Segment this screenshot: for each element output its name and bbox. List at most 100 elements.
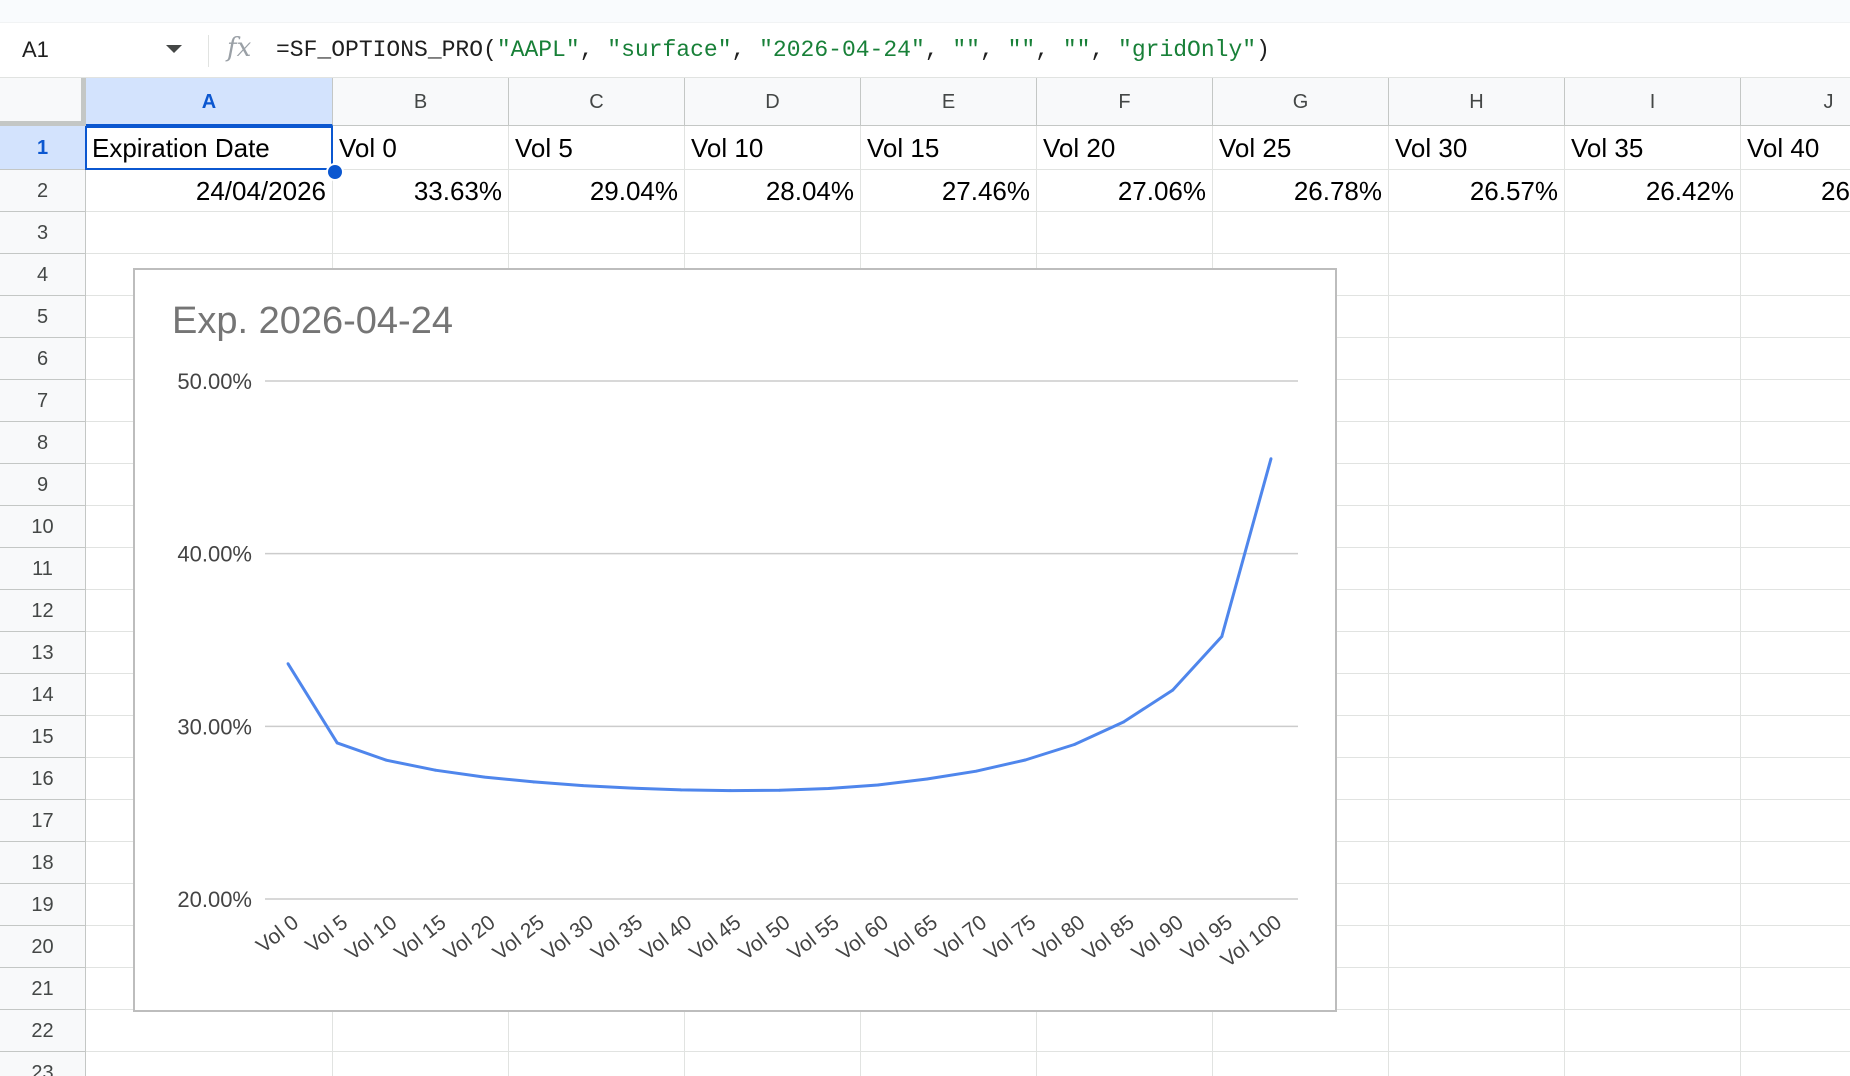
data-point: [925, 777, 929, 781]
column-header-i[interactable]: I: [1565, 78, 1741, 126]
row-header-11[interactable]: 11: [0, 548, 86, 590]
cell-f2[interactable]: 27.06%: [1037, 170, 1213, 212]
cell-h2[interactable]: 26.57%: [1389, 170, 1565, 212]
row-header-14[interactable]: 14: [0, 674, 86, 716]
data-point: [728, 789, 732, 792]
row-header-18[interactable]: 18: [0, 842, 86, 884]
data-point: [483, 775, 486, 779]
cell-i2[interactable]: 26.42%: [1565, 170, 1741, 212]
cell-b2[interactable]: 33.63%: [333, 170, 509, 212]
x-tick-label: Vol 45: [685, 911, 745, 965]
cell-e2[interactable]: 27.46%: [861, 170, 1037, 212]
cell-i1[interactable]: Vol 35: [1565, 126, 1741, 170]
y-tick-label: 30.00%: [177, 714, 252, 739]
column-header-e[interactable]: E: [861, 78, 1037, 126]
embedded-chart[interactable]: Exp. 2026-04-24 20.00% 30.00% 40.00% 50.00% V…: [133, 268, 1337, 1012]
row-header-12[interactable]: 12: [0, 590, 86, 632]
row-header-15[interactable]: 15: [0, 716, 86, 758]
x-tick-label: Vol 40: [636, 911, 696, 965]
column-header-j[interactable]: J: [1741, 78, 1850, 126]
y-tick-label: 40.00%: [177, 542, 252, 567]
x-tick-label: Vol 15: [390, 911, 450, 965]
fill-handle[interactable]: [326, 163, 344, 181]
data-point: [1269, 457, 1273, 461]
x-tick-label: Vol 50: [734, 911, 794, 965]
x-tick-label: Vol 70: [931, 911, 991, 965]
cell-a2[interactable]: 24/04/2026: [86, 170, 333, 212]
row-header-9[interactable]: 9: [0, 464, 86, 506]
row-header-13[interactable]: 13: [0, 632, 86, 674]
row-header-3[interactable]: 3: [0, 212, 86, 254]
column-header-a[interactable]: A: [86, 78, 333, 126]
row-header-4[interactable]: 4: [0, 254, 86, 296]
x-tick-label: Vol 65: [882, 911, 942, 965]
cell-b1[interactable]: Vol 0: [333, 126, 509, 170]
chevron-down-icon[interactable]: [166, 45, 182, 53]
row-header-22[interactable]: 22: [0, 1010, 86, 1052]
row-header-2[interactable]: 2: [0, 170, 86, 212]
column-header-f[interactable]: F: [1037, 78, 1213, 126]
formula-token: ,: [579, 37, 608, 63]
column-header-d[interactable]: D: [685, 78, 861, 126]
row-header-1[interactable]: 1: [0, 126, 86, 170]
column-gridline: [1388, 126, 1389, 1076]
series-line: [286, 458, 1273, 793]
formula-token: "gridOnly": [1118, 37, 1257, 63]
formula-token: "2026-04-24": [759, 37, 925, 63]
data-point: [778, 788, 781, 792]
x-tick-label: Vol 90: [1128, 911, 1188, 965]
cell-g1[interactable]: Vol 25: [1213, 126, 1389, 170]
cell-c1[interactable]: Vol 5: [509, 126, 685, 170]
x-tick-label: Vol 30: [538, 911, 598, 965]
cell-j1[interactable]: Vol 40: [1741, 126, 1850, 170]
x-tick-label: Vol 10: [341, 911, 401, 965]
column-header-h[interactable]: H: [1389, 78, 1565, 126]
row-header-6[interactable]: 6: [0, 338, 86, 380]
cell-g2[interactable]: 26.78%: [1213, 170, 1389, 212]
row-header-20[interactable]: 20: [0, 926, 86, 968]
formula-token: "": [952, 37, 980, 63]
cell-e1[interactable]: Vol 15: [861, 126, 1037, 170]
cell-h1[interactable]: Vol 30: [1389, 126, 1565, 170]
data-point: [434, 768, 437, 772]
data-point: [384, 758, 388, 762]
line-chart: Exp. 2026-04-24 20.00% 30.00% 40.00% 50.00% V…: [172, 300, 1298, 972]
cell-f1[interactable]: Vol 20: [1037, 126, 1213, 170]
formula-input[interactable]: =SF_OPTIONS_PRO("AAPL", "surface", "2026…: [276, 37, 1270, 63]
select-all-corner[interactable]: [0, 78, 86, 126]
row-header-8[interactable]: 8: [0, 422, 86, 464]
formula-token: ,: [924, 37, 953, 63]
data-point: [1073, 743, 1076, 746]
row-header-21[interactable]: 21: [0, 968, 86, 1010]
x-tick-label: Vol 25: [489, 911, 549, 965]
column-header-g[interactable]: G: [1213, 78, 1389, 126]
column-header-b[interactable]: B: [333, 78, 509, 126]
name-box[interactable]: A1: [0, 23, 196, 78]
column-header-c[interactable]: C: [509, 78, 685, 126]
x-tick-label: Vol 0: [252, 911, 303, 958]
cell-d1[interactable]: Vol 10: [685, 126, 861, 170]
data-point: [1171, 688, 1175, 692]
x-tick-label: Vol 85: [1078, 911, 1138, 965]
row-header-17[interactable]: 17: [0, 800, 86, 842]
x-tick-label: Vol 80: [1029, 911, 1089, 965]
x-tick-label: Vol 35: [587, 911, 647, 965]
formula-token: =SF_OPTIONS_PRO(: [276, 37, 497, 63]
row-header-23[interactable]: 23: [0, 1052, 86, 1076]
row-header-5[interactable]: 5: [0, 296, 86, 338]
name-box-value: A1: [22, 37, 49, 62]
x-tick-label: Vol 55: [784, 911, 844, 965]
column-gridline: [1564, 126, 1565, 1076]
formula-token: "surface": [607, 37, 732, 63]
cell-j2[interactable]: 26: [1741, 170, 1850, 212]
x-tick-label: Vol 75: [980, 911, 1040, 965]
selected-cell-outline: [85, 126, 333, 170]
row-header-7[interactable]: 7: [0, 380, 86, 422]
row-header-19[interactable]: 19: [0, 884, 86, 926]
cell-c2[interactable]: 29.04%: [509, 170, 685, 212]
row-header-16[interactable]: 16: [0, 758, 86, 800]
data-point: [827, 787, 831, 790]
formula-token: ,: [1035, 37, 1063, 63]
cell-d2[interactable]: 28.04%: [685, 170, 861, 212]
row-header-10[interactable]: 10: [0, 506, 86, 548]
